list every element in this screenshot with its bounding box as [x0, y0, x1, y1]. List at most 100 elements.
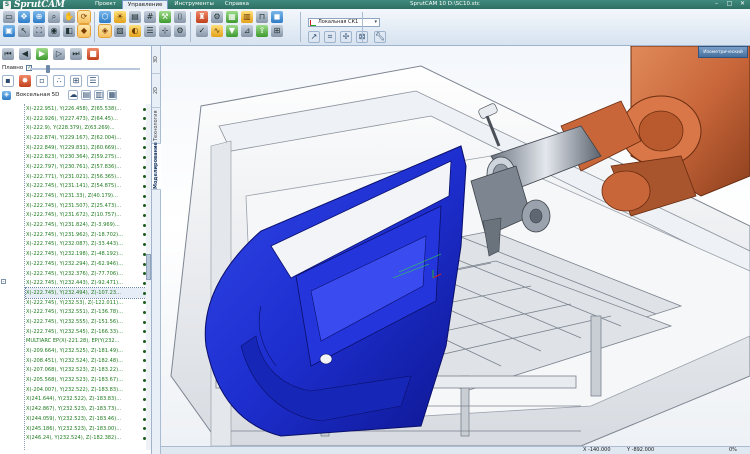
- list-item[interactable]: X(-222.745), Y(231.33), Z(40.179)...: [26, 191, 148, 201]
- view-cube[interactable]: Изометрический: [698, 46, 748, 58]
- list-item[interactable]: X(-222.745), Y(232.551), Z(-136.78)...: [26, 307, 148, 317]
- scrollbar-thumb[interactable]: [146, 254, 151, 280]
- speed-slider[interactable]: [30, 65, 140, 73]
- stop-icon[interactable]: ■: [87, 48, 99, 60]
- list-item[interactable]: X(-222.745), Y(231.672), Z(10.757)...: [26, 211, 148, 221]
- tree-scrollbar[interactable]: [146, 104, 151, 450]
- list-item[interactable]: X(-222.745), Y(232.376), Z(-77.706)...: [26, 269, 148, 279]
- list-item[interactable]: X(-222.9), Y(228.379), Z(63.269)...: [26, 123, 148, 133]
- list-item[interactable]: X(-222.951), Y(226.458), Z(65.538)...: [26, 104, 148, 114]
- funnel-icon[interactable]: ▼: [226, 25, 238, 37]
- mode-list-icon[interactable]: ☰: [87, 75, 99, 87]
- ruler-icon[interactable]: ⌷: [174, 11, 186, 23]
- cs-edit-icon[interactable]: ⌗: [324, 31, 336, 43]
- fit-view-icon[interactable]: ⛶: [33, 25, 45, 37]
- fast-forward-icon[interactable]: ⏭: [70, 48, 82, 60]
- step-back-icon[interactable]: ◀: [19, 48, 31, 60]
- coordinate-system-select[interactable]: Локальная СК1 ▾: [308, 18, 380, 27]
- list-item[interactable]: X(241.644), Y(232.522), Z(-183.83)...: [26, 395, 148, 405]
- cs-align-icon[interactable]: ✢: [340, 31, 352, 43]
- tree-collapse-toggle[interactable]: –: [1, 279, 6, 284]
- list-item[interactable]: X(-222.745), Y(232.494), Z(-107.23...: [25, 287, 148, 299]
- mode-collision-icon[interactable]: ✸: [19, 75, 31, 87]
- settings-icon[interactable]: ⚙: [174, 25, 186, 37]
- list-item[interactable]: X(-222.771), Y(231.021), Z(56.365)...: [26, 172, 148, 182]
- part-icon[interactable]: ◼: [271, 11, 283, 23]
- tool-icon[interactable]: ⚒: [159, 11, 171, 23]
- 3d-viewport[interactable]: Изометрический: [161, 46, 750, 446]
- wireframe-icon[interactable]: ⬡: [99, 11, 111, 23]
- maximize-button[interactable]: □: [724, 0, 735, 8]
- play-icon[interactable]: ▶: [36, 48, 48, 60]
- gear-icon[interactable]: ⚙: [211, 11, 223, 23]
- pan-icon[interactable]: ✋: [63, 11, 75, 23]
- cloud-icon[interactable]: ☁: [68, 90, 79, 100]
- view-iso-icon[interactable]: ◆: [77, 24, 91, 38]
- step-forward-icon[interactable]: ▷: [53, 48, 65, 60]
- menu-item[interactable]: Управление: [121, 0, 169, 9]
- cs-create-icon[interactable]: ↗: [308, 31, 320, 43]
- zoom-icon[interactable]: ⊕: [33, 11, 45, 23]
- list-item[interactable]: X(244.059), Y(232.523), Z(-183.46)...: [26, 414, 148, 424]
- chart-icon[interactable]: ▥: [94, 90, 105, 100]
- toolpath-icon[interactable]: ∿: [211, 25, 223, 37]
- list-item[interactable]: X(-222.745), Y(232.53), Z(-122.011)...: [26, 298, 148, 308]
- measure-icon[interactable]: ⊿: [241, 25, 253, 37]
- list-item[interactable]: X(-207.068), Y(232.523), Z(-183.22)...: [26, 366, 148, 376]
- list-item[interactable]: X(-222.926), Y(227.473), Z(64.45)...: [26, 114, 148, 124]
- list-item[interactable]: X(-208.451), Y(232.524), Z(-182.48)...: [26, 356, 148, 366]
- color-scale-icon[interactable]: ▦: [107, 90, 118, 100]
- list-item[interactable]: X(-209.664), Y(232.525), Z(-181.49)...: [26, 346, 148, 356]
- list-item[interactable]: X(-222.849), Y(229.831), Z(60.669)...: [26, 143, 148, 153]
- move-icon[interactable]: ✥: [18, 11, 30, 23]
- magnifier-icon[interactable]: ⌕: [48, 11, 60, 23]
- list-item[interactable]: X(245.186), Y(232.523), Z(-183.00)...: [26, 424, 148, 434]
- list-item[interactable]: MULTIARC EP(X(-221.28), EP(Y(232...: [26, 337, 148, 347]
- mode-solid-icon[interactable]: ▪: [2, 75, 14, 87]
- list-item[interactable]: X(-204.007), Y(232.522), Z(-183.83)...: [26, 385, 148, 395]
- rotate-view-icon[interactable]: ⟳: [77, 10, 91, 24]
- select-arrow-icon[interactable]: ↖: [18, 25, 30, 37]
- light-icon[interactable]: ☀: [114, 11, 126, 23]
- list-item[interactable]: X(-222.745), Y(232.443), Z(-92.471)...: [26, 278, 148, 288]
- slider-handle[interactable]: [45, 65, 50, 73]
- layers-icon[interactable]: ☰: [144, 25, 156, 37]
- tab-3d-model[interactable]: 3D Модель: [152, 46, 168, 74]
- tab-2d-geometry[interactable]: 2D Геометрия: [152, 74, 168, 108]
- menu-item[interactable]: Справка: [220, 0, 254, 9]
- rewind-icon[interactable]: ⏮: [2, 48, 14, 60]
- stock-icon[interactable]: ▥: [241, 11, 253, 23]
- stock-model-label[interactable]: Воксельная 5D: [16, 92, 59, 98]
- list-item[interactable]: X(-222.745), Y(231.507), Z(25.473)...: [26, 201, 148, 211]
- new-document-icon[interactable]: ▭: [3, 11, 15, 23]
- save-icon[interactable]: ▣: [3, 25, 15, 37]
- view-front-icon[interactable]: ◧: [63, 25, 75, 37]
- robot-icon[interactable]: ♜: [196, 11, 208, 23]
- shaded-icon[interactable]: ◈: [98, 24, 112, 38]
- list-item[interactable]: X(-222.745), Y(232.087), Z(-33.443)...: [26, 240, 148, 250]
- list-item[interactable]: X(242.867), Y(232.523), Z(-183.73)...: [26, 404, 148, 414]
- list-item[interactable]: X(-205.568), Y(232.523), Z(-183.67)...: [26, 375, 148, 385]
- check-icon[interactable]: ✓: [196, 25, 208, 37]
- wrench-icon[interactable]: 🔧︎: [374, 31, 386, 43]
- menu-item[interactable]: Инструменты: [169, 0, 218, 9]
- grid-icon[interactable]: #: [144, 11, 156, 23]
- fixture-icon[interactable]: ⊓: [256, 11, 268, 23]
- list-item[interactable]: X(-222.745), Y(231.141), Z(54.875)...: [26, 182, 148, 192]
- axes-icon[interactable]: ⊹: [159, 25, 171, 37]
- list-item[interactable]: X(246.24), Y(232.524), Z(-182.382)...: [26, 433, 148, 443]
- edges-icon[interactable]: ▧: [114, 25, 126, 37]
- list-item[interactable]: X(-222.823), Y(230.364), Z(59.275)...: [26, 152, 148, 162]
- export-icon[interactable]: ⇪: [256, 25, 268, 37]
- camera-icon[interactable]: ◉: [48, 25, 60, 37]
- menu-item[interactable]: Проект: [90, 0, 121, 9]
- list-item[interactable]: X(-222.745), Y(231.962), Z(-18.702)...: [26, 230, 148, 240]
- list-item[interactable]: X(-222.797), Y(230.761), Z(57.836)...: [26, 162, 148, 172]
- section-icon[interactable]: ▤: [129, 11, 141, 23]
- list-item[interactable]: X(-222.745), Y(232.294), Z(-62.946)...: [26, 259, 148, 269]
- camera-view-icon[interactable]: ⊞: [271, 25, 283, 37]
- mode-grid-icon[interactable]: ⊞: [70, 75, 82, 87]
- 3d-scene[interactable]: [161, 46, 750, 446]
- close-button[interactable]: ✕: [737, 0, 748, 8]
- list-item[interactable]: X(-222.745), Y(232.555), Z(-151.56)...: [26, 317, 148, 327]
